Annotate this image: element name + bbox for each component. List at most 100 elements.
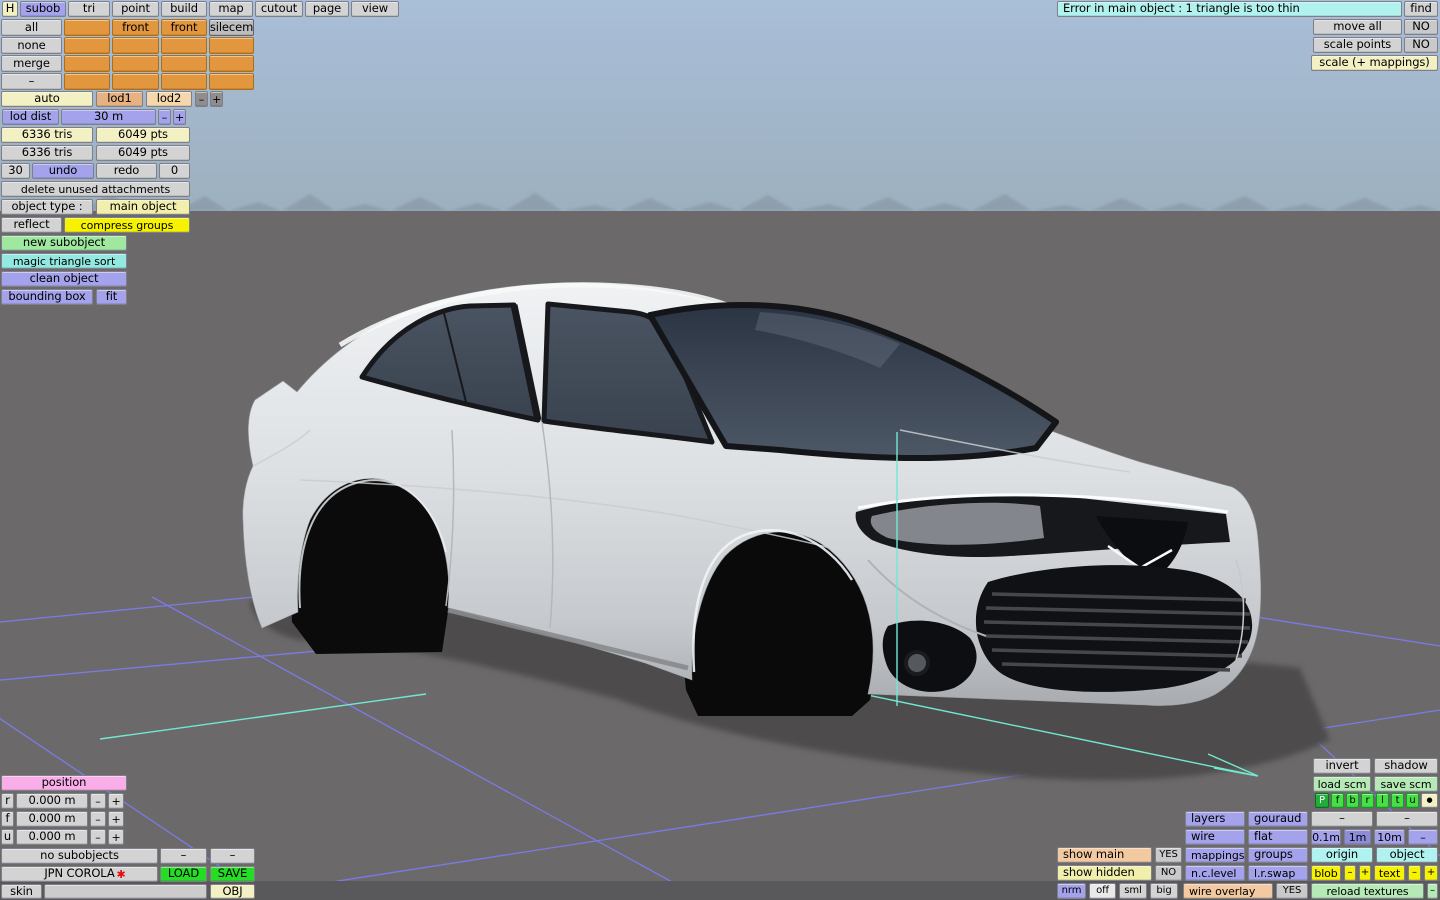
menu-page[interactable]: page: [305, 1, 349, 17]
position-r-value[interactable]: 0.000 m: [16, 793, 88, 809]
position-f-minus[interactable]: –: [90, 811, 106, 827]
position-u-minus[interactable]: –: [90, 829, 106, 845]
map-cell[interactable]: [161, 73, 207, 90]
scale-points-toggle[interactable]: NO: [1404, 37, 1438, 53]
text-plus-button[interactable]: +: [1424, 865, 1438, 881]
map-cell[interactable]: [64, 55, 110, 72]
blob-plus-button[interactable]: +: [1359, 865, 1371, 881]
map-cell[interactable]: [209, 73, 254, 90]
wire-button[interactable]: wire: [1185, 829, 1245, 845]
map-cell[interactable]: [112, 55, 159, 72]
nc-level-button[interactable]: n.c.level: [1185, 865, 1245, 881]
nrm-off-button[interactable]: off: [1089, 883, 1116, 899]
text-button[interactable]: text: [1374, 865, 1405, 881]
menu-cutout[interactable]: cutout: [255, 1, 303, 17]
subobject-prev-button[interactable]: –: [160, 848, 207, 864]
shadow-button[interactable]: shadow: [1374, 758, 1438, 774]
grid-01m-button[interactable]: 0.1m: [1311, 829, 1341, 845]
lod-dist-label[interactable]: lod dist: [2, 109, 59, 125]
map-cell[interactable]: [161, 37, 207, 54]
find-button[interactable]: find: [1404, 1, 1438, 17]
lod1-button[interactable]: lod1: [96, 91, 143, 107]
map-cell-front-2[interactable]: front: [161, 19, 207, 36]
menu-build[interactable]: build: [161, 1, 207, 17]
load-button[interactable]: LOAD: [160, 866, 207, 882]
layers-minus-button[interactable]: –: [1311, 811, 1373, 827]
show-main-toggle[interactable]: YES: [1155, 847, 1182, 863]
save-button[interactable]: SAVE: [210, 866, 255, 882]
gouraud-button[interactable]: gouraud: [1248, 811, 1308, 827]
position-f-plus[interactable]: +: [108, 811, 124, 827]
flat-button[interactable]: flat: [1248, 829, 1308, 845]
auto-button[interactable]: auto: [1, 91, 93, 107]
compress-groups-button[interactable]: compress groups: [64, 217, 190, 233]
object-button[interactable]: object: [1376, 847, 1438, 863]
map-cell[interactable]: [161, 55, 207, 72]
undo-button[interactable]: undo: [32, 163, 94, 179]
new-subobject-button[interactable]: new subobject: [1, 235, 127, 251]
position-u-value[interactable]: 0.000 m: [16, 829, 88, 845]
wire-overlay-button[interactable]: wire overlay: [1183, 883, 1273, 899]
select-all-button[interactable]: all: [1, 19, 62, 36]
lod-dist-value[interactable]: 30 m: [61, 109, 156, 125]
axis-t-toggle[interactable]: t: [1391, 793, 1404, 808]
lod-plus-button[interactable]: +: [210, 91, 223, 107]
wire-overlay-toggle[interactable]: YES: [1276, 883, 1308, 899]
minus-row-button[interactable]: –: [1, 73, 62, 90]
reload-minus-button[interactable]: –: [1427, 883, 1438, 899]
magic-triangle-sort-button[interactable]: magic triangle sort: [1, 253, 127, 269]
layers-minus2-button[interactable]: –: [1376, 811, 1438, 827]
bounding-box-button[interactable]: bounding box: [1, 289, 93, 305]
grid-minus-button[interactable]: –: [1408, 829, 1438, 845]
fit-button[interactable]: fit: [96, 289, 127, 305]
groups-button[interactable]: groups: [1248, 847, 1308, 863]
axis-f-toggle[interactable]: f: [1331, 793, 1344, 808]
map-cell[interactable]: [209, 37, 254, 54]
position-r-plus[interactable]: +: [108, 793, 124, 809]
reload-textures-button[interactable]: reload textures: [1311, 883, 1424, 899]
delete-unused-attachments-button[interactable]: delete unused attachments: [1, 181, 190, 197]
nrm-big-button[interactable]: big: [1150, 883, 1178, 899]
mappings-button[interactable]: mappings: [1185, 847, 1245, 863]
menu-subob[interactable]: subob: [20, 1, 66, 17]
axis-l-toggle[interactable]: l: [1376, 793, 1389, 808]
axis-p-toggle[interactable]: P: [1315, 793, 1329, 808]
menu-map[interactable]: map: [209, 1, 253, 17]
text-minus-button[interactable]: –: [1408, 865, 1421, 881]
blob-minus-button[interactable]: –: [1344, 865, 1356, 881]
map-cell[interactable]: [112, 37, 159, 54]
menu-tri[interactable]: tri: [68, 1, 110, 17]
menu-view[interactable]: view: [351, 1, 399, 17]
axis-u-toggle[interactable]: u: [1406, 793, 1419, 808]
save-scm-button[interactable]: save scm: [1374, 776, 1438, 792]
lod-dist-plus[interactable]: +: [173, 109, 186, 125]
blob-button[interactable]: blob: [1311, 865, 1341, 881]
axis-b-toggle[interactable]: b: [1346, 793, 1359, 808]
lr-swap-button[interactable]: l.r.swap: [1248, 865, 1308, 881]
grid-10m-button[interactable]: 10m: [1374, 829, 1405, 845]
show-hidden-button[interactable]: show hidden: [1057, 865, 1152, 881]
load-scm-button[interactable]: load scm: [1313, 776, 1371, 792]
menu-h[interactable]: H: [2, 1, 18, 17]
map-cell-silecem[interactable]: silecem: [209, 19, 254, 36]
lod2-button[interactable]: lod2: [146, 91, 192, 107]
layers-button[interactable]: layers: [1185, 811, 1245, 827]
redo-button[interactable]: redo: [96, 163, 157, 179]
lod-dist-minus[interactable]: –: [158, 109, 171, 125]
scale-points-button[interactable]: scale points: [1313, 37, 1402, 53]
merge-button[interactable]: merge: [1, 55, 62, 72]
position-f-value[interactable]: 0.000 m: [16, 811, 88, 827]
map-cell[interactable]: [64, 37, 110, 54]
axis-r-toggle[interactable]: r: [1361, 793, 1374, 808]
move-all-toggle[interactable]: NO: [1404, 19, 1438, 35]
scale-mappings-button[interactable]: scale (+ mappings): [1311, 55, 1438, 71]
subobject-next-button[interactable]: –: [210, 848, 255, 864]
position-r-minus[interactable]: –: [90, 793, 106, 809]
skin-field[interactable]: [44, 884, 207, 899]
grid-1m-button[interactable]: 1m: [1344, 829, 1371, 845]
map-cell[interactable]: [209, 55, 254, 72]
invert-button[interactable]: invert: [1313, 758, 1371, 774]
lod-minus-button[interactable]: –: [195, 91, 208, 107]
obj-button[interactable]: OBJ: [210, 884, 255, 899]
show-main-button[interactable]: show main: [1057, 847, 1152, 863]
